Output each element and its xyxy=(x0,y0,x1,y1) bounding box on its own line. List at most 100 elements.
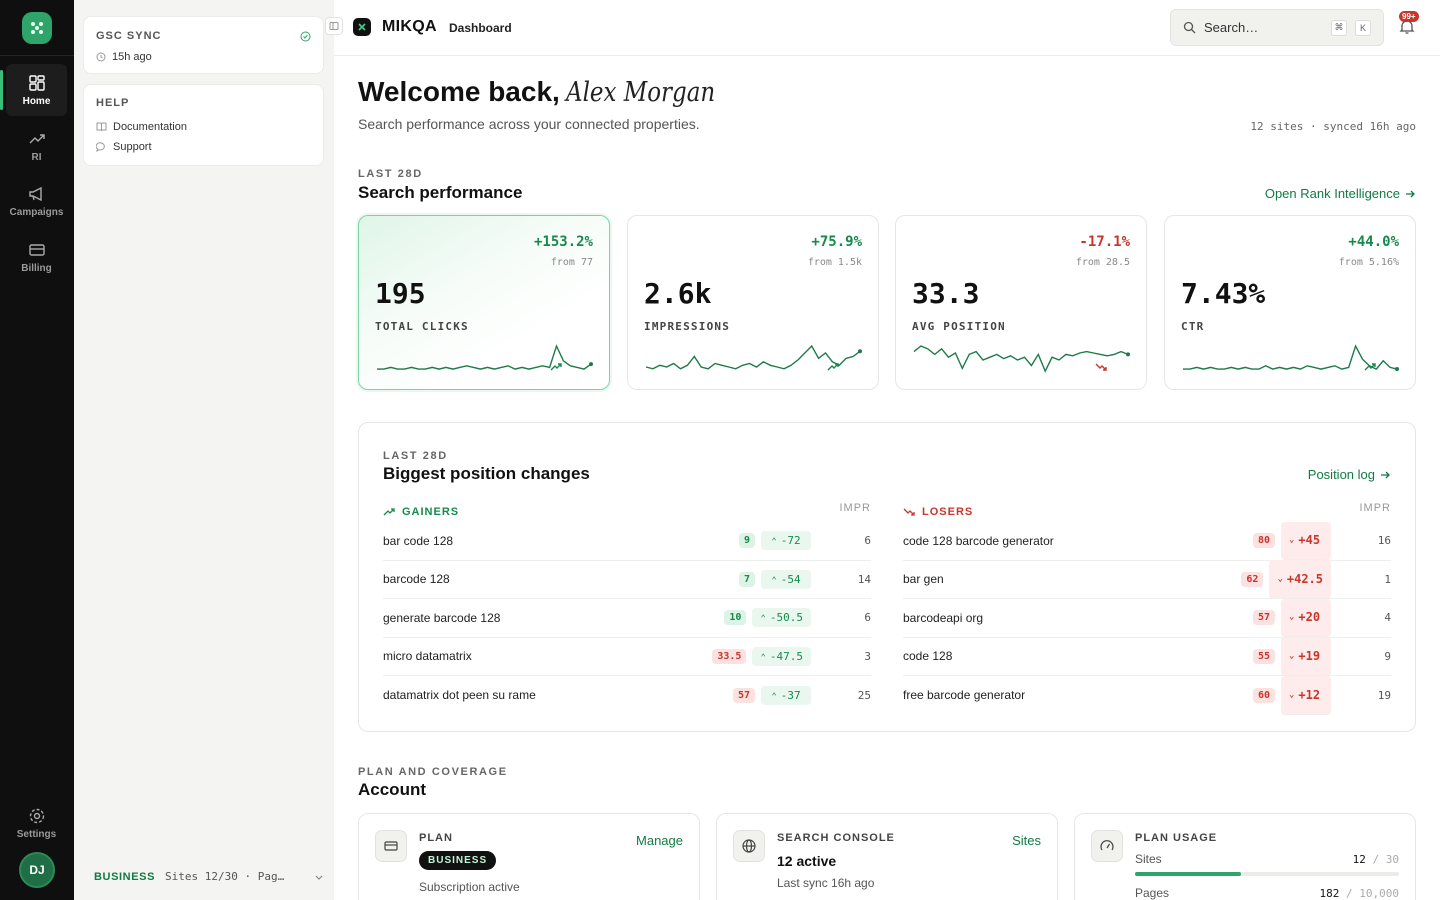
nav-settings[interactable]: Settings xyxy=(6,797,67,849)
kpi-value: 7.43% xyxy=(1181,277,1266,310)
current-position-badge: 62 xyxy=(1241,571,1264,587)
usage-pages-used: 182 xyxy=(1319,887,1340,900)
gainers-impr-header: IMPR xyxy=(839,502,871,514)
query-text: bar gen xyxy=(903,572,944,587)
position-change-value: +12 xyxy=(1298,687,1321,702)
plan-footer[interactable]: BUSINESS Sites 12/30 · Pag… xyxy=(94,870,324,883)
kpi-delta-value: -17.1% xyxy=(1079,234,1130,250)
user-name: Alex Morgan xyxy=(565,77,715,108)
gauge-icon xyxy=(1100,840,1114,851)
table-row[interactable]: generate barcode 128 10 ⌃ -50.5 6 xyxy=(383,599,871,638)
table-row[interactable]: free barcode generator 60 ⌄ +12 19 xyxy=(903,676,1391,715)
open-rank-intelligence-link[interactable]: Open Rank Intelligence xyxy=(1265,186,1416,201)
kpi-card-ctr[interactable]: +44.0% from 5.16% 7.43% CTR xyxy=(1164,215,1416,390)
nav-rail: Home RI Campaigns Billing Settings DJ xyxy=(0,0,74,900)
kpi-name: TOTAL CLICKS xyxy=(375,320,469,333)
kpi-card-total-clicks[interactable]: +153.2% from 77 195 TOTAL CLICKS xyxy=(358,215,610,390)
nav-home-label: Home xyxy=(22,95,51,107)
kpi-sparkline xyxy=(1183,344,1399,372)
side-panel: GSC SYNC 15h ago HELP Documentation Supp… xyxy=(74,0,334,900)
shortcut-key-cmd: ⌘ xyxy=(1331,19,1347,36)
kpi-card-impressions[interactable]: +75.9% from 1.5k 2.6k IMPRESSIONS xyxy=(627,215,879,390)
trend-down-icon xyxy=(903,508,915,516)
position-change-value: +20 xyxy=(1298,610,1321,625)
current-position-badge: 7 xyxy=(738,571,755,587)
table-row[interactable]: micro datamatrix 33.5 ⌃ -47.5 3 xyxy=(383,638,871,676)
table-row[interactable]: bar gen 62 ⌄ +42.5 1 xyxy=(903,560,1391,599)
help-support[interactable]: Support xyxy=(96,141,152,153)
user-avatar[interactable]: DJ xyxy=(19,852,55,888)
position-change-value: -72 xyxy=(780,534,801,548)
open-rank-intelligence-label: Open Rank Intelligence xyxy=(1264,186,1400,201)
impressions-value: 25 xyxy=(857,688,871,702)
kpi-sparkline xyxy=(645,344,862,370)
nav-billing[interactable]: Billing xyxy=(6,231,67,283)
help-documentation[interactable]: Documentation xyxy=(96,121,187,133)
table-row[interactable]: barcodeapi org 57 ⌄ +20 4 xyxy=(903,598,1391,638)
position-log-link[interactable]: Position log xyxy=(1308,467,1391,482)
impressions-value: 9 xyxy=(1384,649,1391,663)
table-row[interactable]: bar code 128 9 ⌃ -72 6 xyxy=(383,522,871,561)
credit-card-icon xyxy=(28,243,45,256)
kpi-name: AVG POSITION xyxy=(912,320,1006,333)
megaphone-icon xyxy=(28,186,42,201)
gear-icon xyxy=(29,808,44,823)
kpi-card-avg-position[interactable]: -17.1% from 28.5 33.3 AVG POSITION xyxy=(895,215,1147,390)
position-change-value: -47.5 xyxy=(769,649,803,663)
plan-title: PLAN xyxy=(419,832,453,844)
nav-home[interactable]: Home xyxy=(0,64,67,116)
kpi-value: 195 xyxy=(375,277,426,310)
nav-billing-label: Billing xyxy=(21,262,52,274)
gsc-sites-link[interactable]: Sites xyxy=(1012,833,1041,848)
kpi-delta: +44.0% xyxy=(1348,234,1399,371)
query-text: generate barcode 128 xyxy=(383,610,501,625)
usage-sites-label: Sites xyxy=(1135,852,1162,866)
collapse-sidebar-button[interactable] xyxy=(325,17,343,35)
nav-ri[interactable]: RI xyxy=(6,120,67,172)
position-change-value: +42.5 xyxy=(1286,571,1323,586)
help-support-label: Support xyxy=(113,141,152,153)
usage-sites-bar-fill xyxy=(1135,872,1241,876)
gsc-sync-time: 15h ago xyxy=(112,51,152,63)
search-box[interactable]: Search… ⌘ K xyxy=(1170,9,1384,46)
logo-icon xyxy=(31,22,43,34)
table-row[interactable]: code 128 55 ⌄ +19 9 xyxy=(903,637,1391,676)
nav-campaigns[interactable]: Campaigns xyxy=(6,175,67,227)
nav-ri-label: RI xyxy=(31,151,42,163)
app-logo[interactable] xyxy=(22,12,52,44)
kpi-sparkline xyxy=(377,344,593,370)
gsc-last-sync: Last sync 16h ago xyxy=(777,876,875,890)
notification-count-badge: 99+ xyxy=(1399,11,1419,22)
kpi-sparkline xyxy=(913,345,1130,373)
kpi-name: CTR xyxy=(1181,320,1205,333)
brand-name[interactable]: MIKQA xyxy=(382,18,437,36)
kpi-sparkline-endpoint xyxy=(589,362,593,367)
table-row[interactable]: code 128 barcode generator 80 ⌄ +45 16 xyxy=(903,521,1391,561)
table-row[interactable]: barcode 128 7 ⌃ -54 14 xyxy=(383,561,871,599)
manage-plan-link[interactable]: Manage xyxy=(636,833,683,848)
account-eyebrow: PLAN AND COVERAGE xyxy=(358,766,508,778)
gsc-title: SEARCH CONSOLE xyxy=(777,832,895,844)
welcome-heading: Welcome back, Alex Morgan xyxy=(358,76,741,108)
usage-sites-total: 30 xyxy=(1385,853,1399,866)
position-log-label: Position log xyxy=(1307,467,1375,482)
usage-title: PLAN USAGE xyxy=(1135,832,1218,844)
impressions-value: 6 xyxy=(864,534,871,548)
search-icon xyxy=(1183,21,1196,34)
gainers-header: GAINERS xyxy=(383,502,459,522)
kpi-from: from 5.16% xyxy=(1338,257,1399,268)
notifications-button[interactable]: 99+ xyxy=(1398,11,1419,41)
table-row[interactable]: datamatrix dot peen su rame 57 ⌃ -37 25 xyxy=(383,676,871,715)
clock-icon xyxy=(96,52,106,62)
dashboard-icon xyxy=(28,74,45,91)
trend-up-icon xyxy=(383,508,395,516)
impressions-value: 16 xyxy=(1377,534,1391,548)
losers-table: LOSERS IMPR code 128 barcode generator 80… xyxy=(903,502,1391,715)
credit-card-icon xyxy=(384,841,398,851)
kpi-value: 2.6k xyxy=(644,277,712,310)
help-title: HELP xyxy=(96,97,130,109)
usage-pages-total: 10,000 xyxy=(1359,887,1399,900)
kpi-from: from 28.5 xyxy=(1075,257,1130,268)
losers-label: LOSERS xyxy=(922,506,974,518)
kpi-delta-value: +153.2% xyxy=(533,234,593,250)
